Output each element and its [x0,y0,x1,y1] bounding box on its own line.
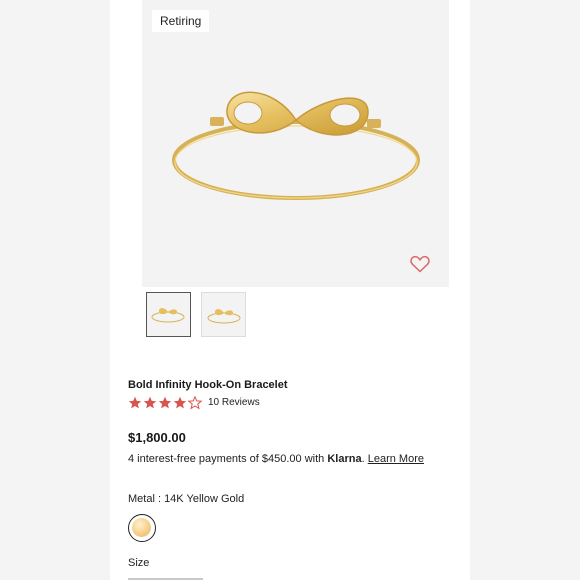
star-icon [173,396,187,409]
star-icon [158,396,172,409]
yellow-gold-swatch[interactable] [128,514,156,542]
rating-stars [128,396,202,409]
reviews-link[interactable]: 10 Reviews [208,397,260,408]
product-page: Retiring Bold Infinity Hook-On Bracelet [110,0,470,580]
star-half-icon [188,396,202,409]
size-label: Size [128,557,150,569]
heart-outline-icon[interactable] [410,255,430,273]
thumbnail-2[interactable] [201,292,246,337]
star-icon [143,396,157,409]
bracelet-thumbnail-image [151,308,185,323]
product-image[interactable]: Retiring [142,0,449,287]
bracelet-thumbnail-image [207,309,241,324]
installments-text: 4 interest-free payments of $450.00 with… [128,453,424,465]
klarna-logo: Klarna [327,453,362,465]
installments-prefix: 4 interest-free payments of $450.00 with [128,453,328,465]
price: $1,800.00 [128,430,186,445]
star-icon [128,396,142,409]
learn-more-link[interactable]: Learn More [368,453,424,465]
bracelet-image [172,91,420,200]
metal-label: Metal : 14K Yellow Gold [128,493,245,505]
thumbnail-1[interactable] [146,292,191,337]
swatch-fill [132,518,151,537]
product-title: Bold Infinity Hook-On Bracelet [128,379,288,391]
retiring-badge: Retiring [152,10,210,32]
